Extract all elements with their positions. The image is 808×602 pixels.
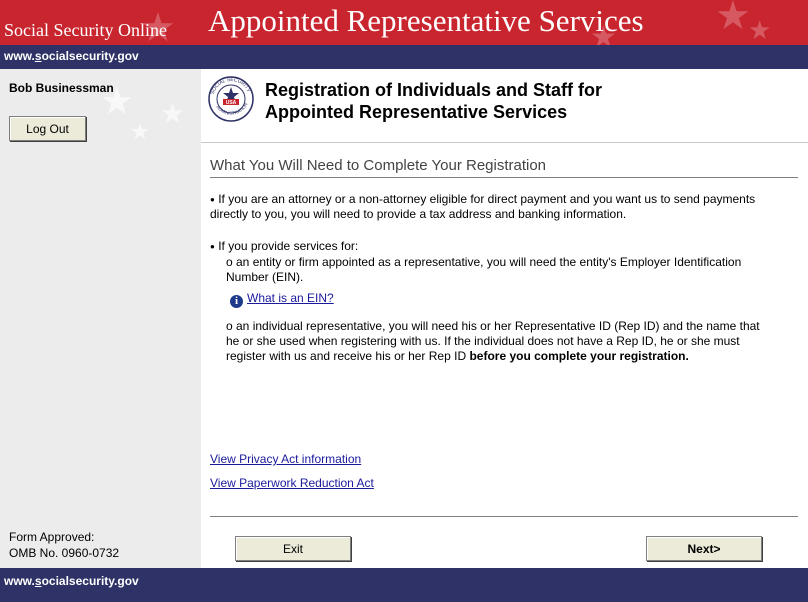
star-decoration-icon: ★ — [130, 119, 150, 144]
ein-help: i What is an EIN? — [230, 291, 334, 308]
site-url[interactable]: www.socialsecurity.gov — [0, 574, 139, 588]
exit-button[interactable]: Exit — [235, 536, 351, 561]
bullet-icon: ● — [210, 242, 215, 251]
divider — [210, 177, 798, 178]
site-url[interactable]: www.socialsecurity.gov — [0, 49, 139, 63]
form-approval-info: Form Approved: OMB No. 0960-0732 — [9, 529, 119, 561]
paperwork-reduction-act-link[interactable]: View Paperwork Reduction Act — [210, 476, 374, 490]
star-decoration-icon: ★ — [748, 15, 772, 45]
services-intro-paragraph: ● If you provide services for: — [210, 239, 359, 253]
form-approved-label: Form Approved: — [9, 530, 95, 544]
logout-button[interactable]: Log Out — [9, 116, 86, 141]
sidebar: ★ ★ ★ Bob Businessman Log Out Form Appro… — [0, 69, 201, 568]
ssa-seal-icon: USA SOCIAL SECURITY ADMINISTRATION — [208, 76, 254, 122]
attorney-requirements-paragraph: ● If you are an attorney or a non-attorn… — [210, 192, 756, 221]
site-url-bar: www.socialsecurity.gov — [0, 45, 808, 69]
divider — [210, 516, 798, 517]
next-button[interactable]: Next> — [646, 536, 762, 561]
page-title: Registration of Individuals and Staff fo… — [265, 80, 603, 122]
divider — [201, 142, 808, 143]
svg-text:USA: USA — [226, 100, 237, 106]
header-banner: ★ ★ ★ ★ Social Security Online Appointed… — [0, 0, 808, 45]
privacy-act-link[interactable]: View Privacy Act information — [210, 452, 361, 466]
app-title: Appointed Representative Services — [208, 3, 644, 38]
star-decoration-icon: ★ — [160, 98, 186, 129]
user-name: Bob Businessman — [9, 81, 114, 95]
entity-requirement-item: o an entity or firm appointed as a repre… — [226, 255, 742, 284]
section-heading: What You Will Need to Complete Your Regi… — [210, 157, 547, 174]
info-icon: i — [230, 295, 243, 308]
individual-requirement-item: o an individual representative, you will… — [226, 319, 760, 363]
site-name: Social Security Online — [4, 20, 167, 40]
footer-url-bar: www.socialsecurity.gov — [0, 568, 808, 602]
omb-number: OMB No. 0960-0732 — [9, 546, 120, 560]
what-is-ein-link[interactable]: What is an EIN? — [247, 291, 334, 305]
bullet-icon: ● — [210, 195, 215, 204]
main-content: USA SOCIAL SECURITY ADMINISTRATION Regis… — [201, 69, 808, 568]
star-decoration-icon: ★ — [715, 0, 751, 38]
